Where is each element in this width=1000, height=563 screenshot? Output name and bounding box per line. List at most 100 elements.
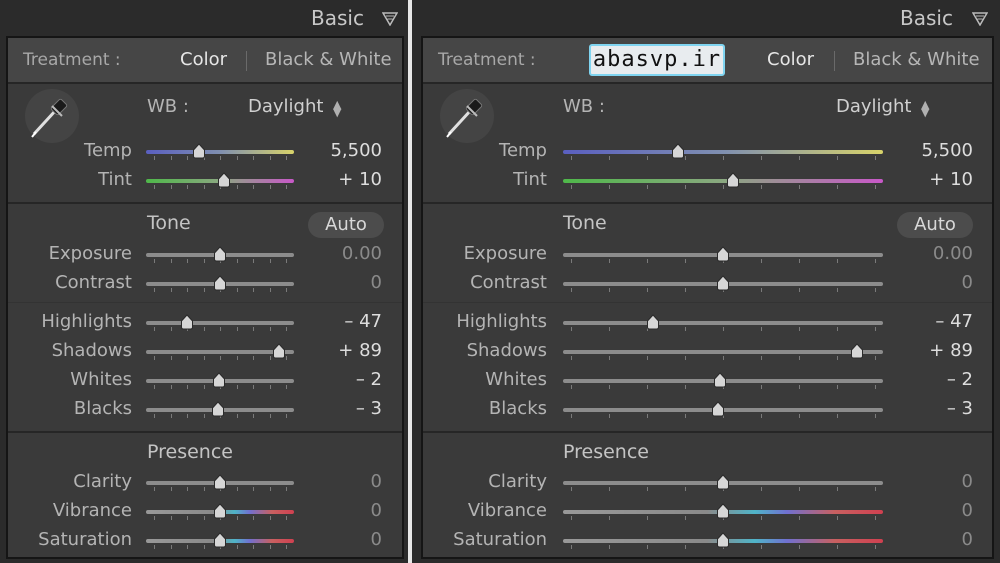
- slider-thumb[interactable]: [180, 314, 194, 330]
- eyedropper-icon[interactable]: [439, 88, 495, 144]
- section-divider: [423, 202, 992, 204]
- shadows-value[interactable]: + 89: [893, 340, 973, 361]
- vibrance-slider[interactable]: [146, 503, 294, 520]
- exposure-slider[interactable]: [146, 246, 294, 263]
- slider-track[interactable]: [146, 150, 294, 154]
- tint-value[interactable]: + 10: [893, 169, 973, 190]
- temp-slider[interactable]: [146, 143, 294, 160]
- highlights-value[interactable]: – 47: [893, 311, 973, 332]
- auto-button[interactable]: Auto: [308, 212, 384, 238]
- shadows-value[interactable]: + 89: [302, 340, 382, 361]
- slider-tick: [187, 259, 188, 263]
- treatment-color-button[interactable]: Color: [767, 49, 814, 70]
- whites-slider[interactable]: [146, 372, 294, 389]
- slider-thumb[interactable]: [713, 372, 727, 388]
- clarity-value[interactable]: 0: [893, 471, 973, 492]
- slider-thumb[interactable]: [213, 503, 227, 519]
- blacks-value[interactable]: – 3: [893, 398, 973, 419]
- slider-thumb[interactable]: [212, 372, 226, 388]
- temp-value[interactable]: 5,500: [893, 140, 973, 161]
- clarity-value[interactable]: 0: [302, 471, 382, 492]
- blacks-slider[interactable]: [563, 401, 883, 418]
- shadows-slider[interactable]: [563, 343, 883, 360]
- saturation-value[interactable]: 0: [302, 529, 382, 550]
- slider-tick: [609, 545, 610, 549]
- slider-thumb[interactable]: [850, 343, 864, 359]
- slider-track[interactable]: [563, 150, 883, 154]
- contrast-value[interactable]: 0: [302, 272, 382, 293]
- highlights-slider[interactable]: [146, 314, 294, 331]
- slider-thumb[interactable]: [213, 532, 227, 548]
- slider-tick: [286, 259, 287, 263]
- slider-thumb[interactable]: [711, 401, 725, 417]
- slider-tick: [647, 545, 648, 549]
- auto-button[interactable]: Auto: [897, 212, 973, 238]
- slider-thumb[interactable]: [716, 275, 730, 291]
- vibrance-value[interactable]: 0: [893, 500, 973, 521]
- treatment-separator: [834, 51, 835, 71]
- clarity-slider[interactable]: [563, 474, 883, 491]
- vibrance-value[interactable]: 0: [302, 500, 382, 521]
- slider-thumb[interactable]: [671, 143, 685, 159]
- slider-tick: [609, 288, 610, 292]
- tint-slider[interactable]: [563, 172, 883, 189]
- slider-thumb[interactable]: [211, 401, 225, 417]
- slider-thumb[interactable]: [716, 503, 730, 519]
- saturation-slider[interactable]: [563, 532, 883, 549]
- contrast-slider[interactable]: [146, 275, 294, 292]
- slider-thumb[interactable]: [213, 275, 227, 291]
- highlights-value[interactable]: – 47: [302, 311, 382, 332]
- slider-thumb[interactable]: [646, 314, 660, 330]
- up-down-arrows-icon[interactable]: ▲ ▼: [921, 99, 929, 118]
- slider-track[interactable]: [563, 321, 883, 325]
- triangle-down-icon[interactable]: [382, 12, 398, 26]
- temp-value[interactable]: 5,500: [302, 140, 382, 161]
- slider-tick: [236, 288, 238, 292]
- saturation-slider[interactable]: [146, 532, 294, 549]
- treatment-bw-button[interactable]: Black & White: [265, 49, 392, 70]
- slider-track[interactable]: [146, 321, 294, 325]
- wb-label: WB :: [563, 96, 605, 117]
- whites-value[interactable]: – 2: [893, 369, 973, 390]
- whites-value[interactable]: – 2: [302, 369, 382, 390]
- clarity-slider[interactable]: [146, 474, 294, 491]
- eyedropper-icon[interactable]: [24, 88, 80, 144]
- exposure-slider[interactable]: [563, 246, 883, 263]
- wb-dropdown[interactable]: Daylight: [248, 96, 323, 117]
- whites-slider[interactable]: [563, 372, 883, 389]
- temp-slider[interactable]: [563, 143, 883, 160]
- shadows-slider[interactable]: [146, 343, 294, 360]
- blacks-slider[interactable]: [146, 401, 294, 418]
- slider-thumb[interactable]: [192, 143, 206, 159]
- slider-track[interactable]: [563, 179, 883, 183]
- slider-thumb[interactable]: [716, 474, 730, 490]
- exposure-value[interactable]: 0.00: [302, 243, 382, 264]
- tint-slider[interactable]: [146, 172, 294, 189]
- tint-value[interactable]: + 10: [302, 169, 382, 190]
- slider-thumb[interactable]: [726, 172, 740, 188]
- exposure-value[interactable]: 0.00: [893, 243, 973, 264]
- slider-tick: [875, 356, 876, 360]
- wb-dropdown[interactable]: Daylight: [836, 96, 911, 117]
- treatment-color-button[interactable]: Color: [180, 49, 227, 70]
- slider-tick: [154, 545, 155, 549]
- slider-thumb[interactable]: [272, 343, 286, 359]
- vibrance-slider[interactable]: [563, 503, 883, 520]
- blacks-value[interactable]: – 3: [302, 398, 382, 419]
- slider-thumb[interactable]: [213, 474, 227, 490]
- contrast-slider[interactable]: [563, 275, 883, 292]
- slider-track[interactable]: [563, 350, 883, 354]
- up-down-arrows-icon[interactable]: ▲ ▼: [333, 99, 341, 118]
- contrast-value[interactable]: 0: [893, 272, 973, 293]
- basic-panel-right: Basic Treatment : abasvp.ir Color Black …: [412, 0, 1000, 563]
- highlights-slider[interactable]: [563, 314, 883, 331]
- slider-tick: [236, 327, 238, 331]
- slider-tick: [203, 185, 205, 189]
- slider-thumb[interactable]: [213, 246, 227, 262]
- slider-thumb[interactable]: [217, 172, 231, 188]
- triangle-down-icon[interactable]: [972, 12, 988, 26]
- slider-thumb[interactable]: [716, 532, 730, 548]
- treatment-bw-button[interactable]: Black & White: [853, 49, 980, 70]
- saturation-value[interactable]: 0: [893, 529, 973, 550]
- slider-thumb[interactable]: [716, 246, 730, 262]
